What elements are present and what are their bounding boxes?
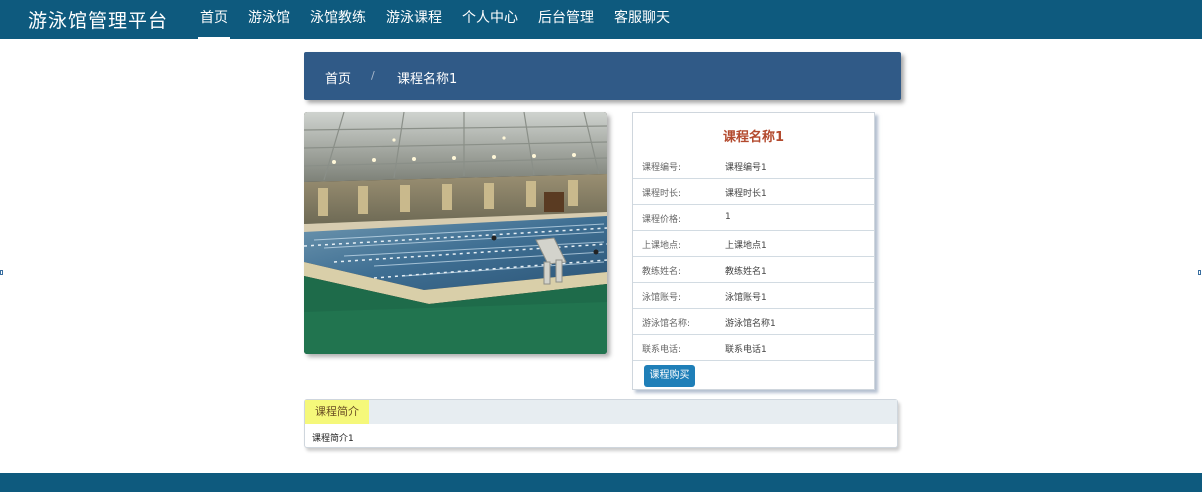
detail-value: 课程时长1 xyxy=(725,189,767,199)
detail-label: 课程编号: xyxy=(642,163,682,173)
detail-row-course-id: 课程编号: 课程编号1 xyxy=(633,153,874,179)
detail-row-pool-account: 泳馆账号: 泳馆账号1 xyxy=(633,283,874,309)
swimming-pool-photo xyxy=(304,112,607,354)
course-detail-card: 课程名称1 课程编号: 课程编号1 课程时长: 课程时长1 课程价格: 1 上课… xyxy=(632,112,875,390)
footer-bar xyxy=(0,473,1202,492)
nav-item-home[interactable]: 首页 xyxy=(190,0,238,39)
nav-item-coaches[interactable]: 泳馆教练 xyxy=(300,0,376,39)
nav-item-courses[interactable]: 游泳课程 xyxy=(376,0,452,39)
buy-course-button[interactable]: 课程购买 xyxy=(644,365,695,387)
detail-label: 泳馆账号: xyxy=(642,293,682,303)
detail-row-pool-name: 游泳馆名称: 游泳馆名称1 xyxy=(633,309,874,335)
detail-row-location: 上课地点: 上课地点1 xyxy=(633,231,874,257)
tab-course-intro[interactable]: 课程简介 xyxy=(305,400,369,424)
breadcrumb-separator: / xyxy=(371,69,375,82)
course-title: 课程名称1 xyxy=(722,130,785,145)
detail-label: 游泳馆名称: xyxy=(642,319,691,329)
detail-row-phone: 联系电话: 联系电话1 xyxy=(633,335,874,361)
detail-value: 上课地点1 xyxy=(725,241,767,251)
breadcrumb-current: 课程名称1 xyxy=(397,72,458,87)
detail-value: 课程编号1 xyxy=(725,163,767,173)
detail-value: 1 xyxy=(725,212,731,222)
nav-item-pools[interactable]: 游泳馆 xyxy=(238,0,300,39)
intro-header: 课程简介 xyxy=(305,400,897,424)
detail-value: 游泳馆名称1 xyxy=(725,319,776,329)
nav-item-chat[interactable]: 客服聊天 xyxy=(604,0,680,39)
detail-row-coach-name: 教练姓名: 教练姓名1 xyxy=(633,257,874,283)
detail-label: 联系电话: xyxy=(642,345,682,355)
detail-value: 泳馆账号1 xyxy=(725,293,767,303)
detail-value: 联系电话1 xyxy=(725,345,767,355)
detail-label: 课程时长: xyxy=(642,189,682,199)
detail-value: 教练姓名1 xyxy=(725,267,767,277)
top-navbar: 游泳馆管理平台 首页 游泳馆 泳馆教练 游泳课程 个人中心 后台管理 客服聊天 xyxy=(0,0,1202,39)
course-intro-panel: 课程简介 课程简介1 xyxy=(304,399,898,448)
detail-row-price: 课程价格: 1 xyxy=(633,205,874,231)
nav-item-profile[interactable]: 个人中心 xyxy=(452,0,528,39)
breadcrumb: 首页 / 课程名称1 xyxy=(304,52,901,100)
left-resize-handle[interactable] xyxy=(0,270,3,275)
nav-item-admin[interactable]: 后台管理 xyxy=(528,0,604,39)
detail-label: 教练姓名: xyxy=(642,267,682,277)
detail-label: 课程价格: xyxy=(642,215,682,225)
course-image xyxy=(304,112,607,354)
main-nav: 首页 游泳馆 泳馆教练 游泳课程 个人中心 后台管理 客服聊天 xyxy=(190,0,680,39)
detail-label: 上课地点: xyxy=(642,241,682,251)
right-resize-handle[interactable] xyxy=(1198,270,1201,275)
breadcrumb-home-link[interactable]: 首页 xyxy=(325,68,351,87)
intro-text: 课程简介1 xyxy=(312,434,354,444)
site-brand[interactable]: 游泳馆管理平台 xyxy=(28,6,168,33)
detail-row-duration: 课程时长: 课程时长1 xyxy=(633,179,874,205)
